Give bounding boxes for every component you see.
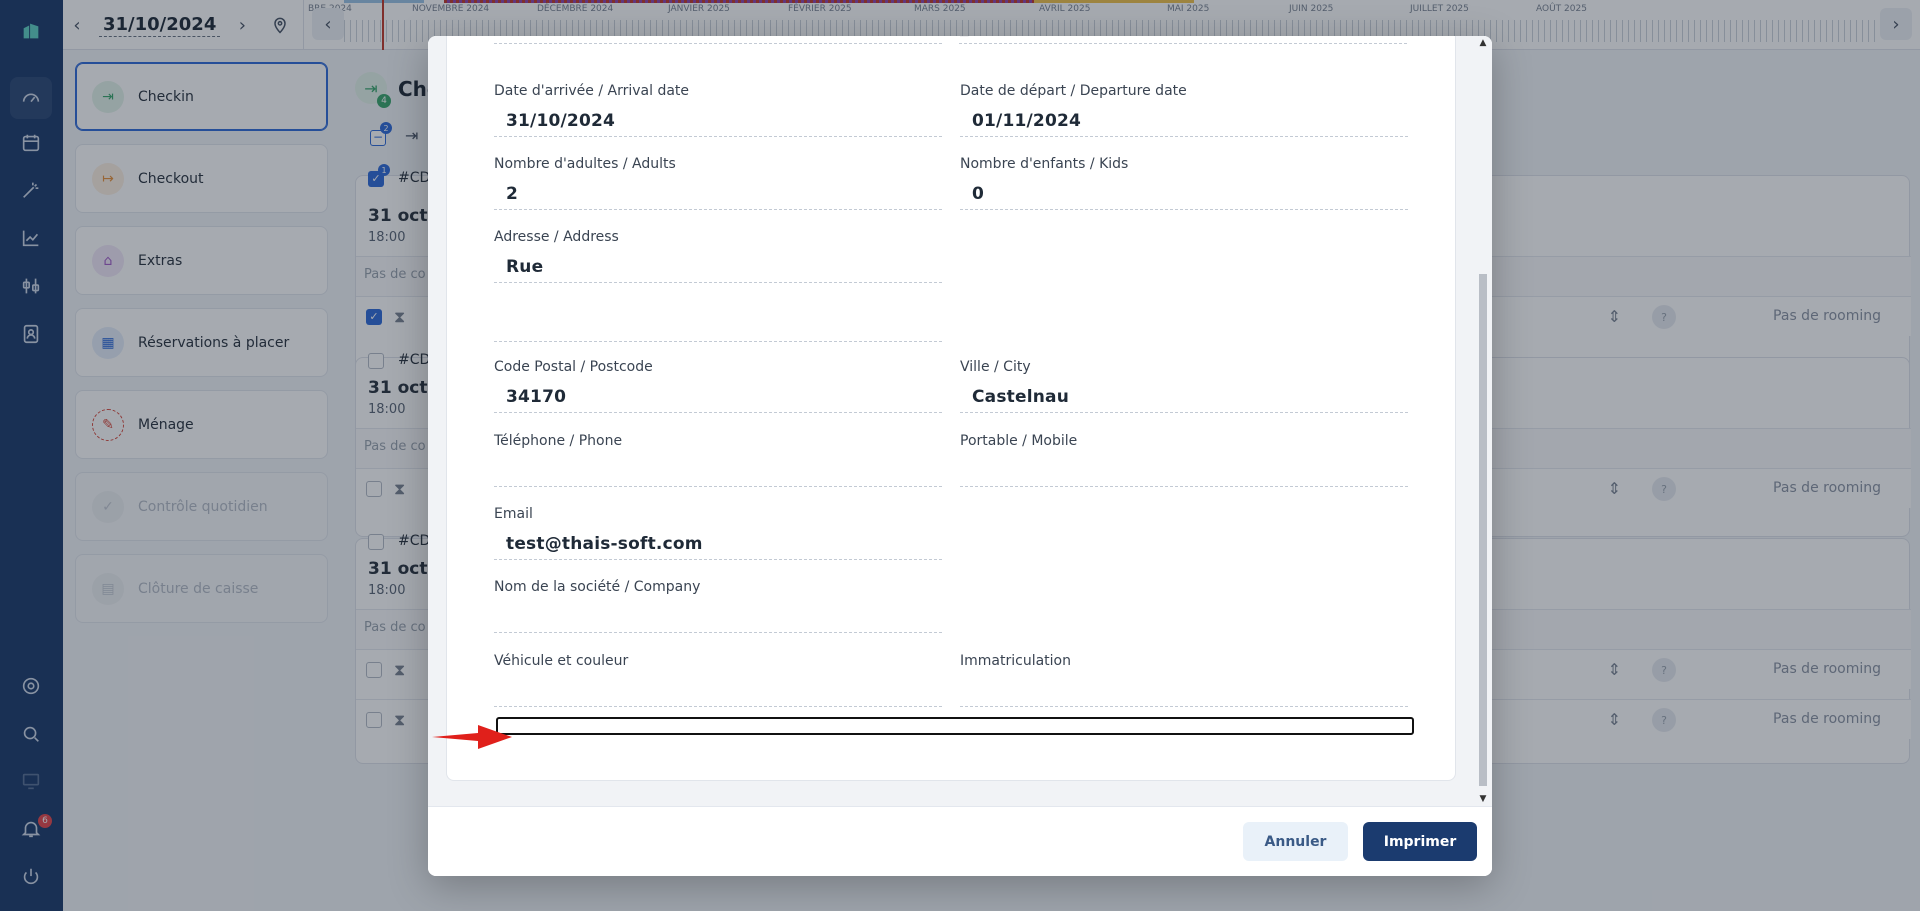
- kids-field[interactable]: Nombre d'enfants / Kids 0: [960, 156, 1408, 210]
- vehicle-field[interactable]: Véhicule et couleur: [494, 653, 942, 707]
- email-field[interactable]: Email test@thais-soft.com: [494, 506, 942, 560]
- field-value[interactable]: [494, 459, 942, 487]
- field-value[interactable]: 34170: [494, 385, 942, 413]
- field-label: Ville / City: [960, 359, 1031, 375]
- field-value[interactable]: [494, 679, 942, 707]
- field-underline: [959, 36, 1407, 44]
- field-label: Code Postal / Postcode: [494, 359, 653, 375]
- dialog-scrollbar[interactable]: ▲ ▼: [1478, 36, 1488, 806]
- cancel-button[interactable]: Annuler: [1243, 822, 1348, 861]
- field-value[interactable]: [494, 314, 942, 342]
- field-value[interactable]: [494, 605, 942, 633]
- plate-field[interactable]: Immatriculation: [960, 653, 1408, 707]
- field-label: Nom de la société / Company: [494, 579, 701, 595]
- address-field[interactable]: Adresse / Address Rue: [494, 229, 942, 283]
- field-label: Téléphone / Phone: [494, 433, 623, 449]
- scroll-down-arrow[interactable]: ▼: [1478, 794, 1488, 804]
- dialog-footer: Annuler Imprimer: [428, 806, 1492, 876]
- field-label: Portable / Mobile: [960, 433, 1078, 449]
- field-value[interactable]: 31/10/2024: [494, 109, 942, 137]
- field-label: Nombre d'adultes / Adults: [494, 156, 676, 172]
- arrival-date-field[interactable]: Date d'arrivée / Arrival date 31/10/2024: [494, 83, 942, 137]
- postcode-field[interactable]: Code Postal / Postcode 34170: [494, 359, 942, 413]
- field-value[interactable]: 01/11/2024: [960, 109, 1408, 137]
- field-underline: [494, 36, 942, 44]
- field-value[interactable]: 2: [494, 182, 942, 210]
- signature-field-highlight[interactable]: [496, 717, 1414, 735]
- field-label: Email: [494, 506, 533, 522]
- scrollbar-thumb[interactable]: [1479, 274, 1487, 786]
- phone-field[interactable]: Téléphone / Phone: [494, 433, 942, 487]
- field-label: Adresse / Address: [494, 229, 619, 245]
- field-value[interactable]: test@thais-soft.com: [494, 532, 942, 560]
- print-button[interactable]: Imprimer: [1363, 822, 1477, 861]
- field-label: Nombre d'enfants / Kids: [960, 156, 1129, 172]
- mobile-field[interactable]: Portable / Mobile: [960, 433, 1408, 487]
- field-value[interactable]: [960, 679, 1408, 707]
- field-label: Date de départ / Departure date: [960, 83, 1187, 99]
- field-value[interactable]: Castelnau: [960, 385, 1408, 413]
- departure-date-field[interactable]: Date de départ / Departure date 01/11/20…: [960, 83, 1408, 137]
- print-form-dialog: ▭ Date d'arrivée / Arrival date 31/10/20…: [428, 36, 1492, 876]
- field-value[interactable]: [960, 459, 1408, 487]
- scroll-up-arrow[interactable]: ▲: [1478, 38, 1488, 48]
- field-value[interactable]: Rue: [494, 255, 942, 283]
- field-value[interactable]: 0: [960, 182, 1408, 210]
- field-label: Immatriculation: [960, 653, 1071, 669]
- annotation-arrow-icon: [432, 725, 512, 749]
- field-label: Véhicule et couleur: [494, 653, 629, 669]
- city-field[interactable]: Ville / City Castelnau: [960, 359, 1408, 413]
- adults-field[interactable]: Nombre d'adultes / Adults 2: [494, 156, 942, 210]
- company-field[interactable]: Nom de la société / Company: [494, 579, 942, 633]
- field-label: Date d'arrivée / Arrival date: [494, 83, 690, 99]
- registration-form: ▭ Date d'arrivée / Arrival date 31/10/20…: [446, 36, 1456, 781]
- address-line2-field[interactable]: [494, 314, 942, 342]
- dialog-scroll-area[interactable]: ▭ Date d'arrivée / Arrival date 31/10/20…: [428, 36, 1492, 806]
